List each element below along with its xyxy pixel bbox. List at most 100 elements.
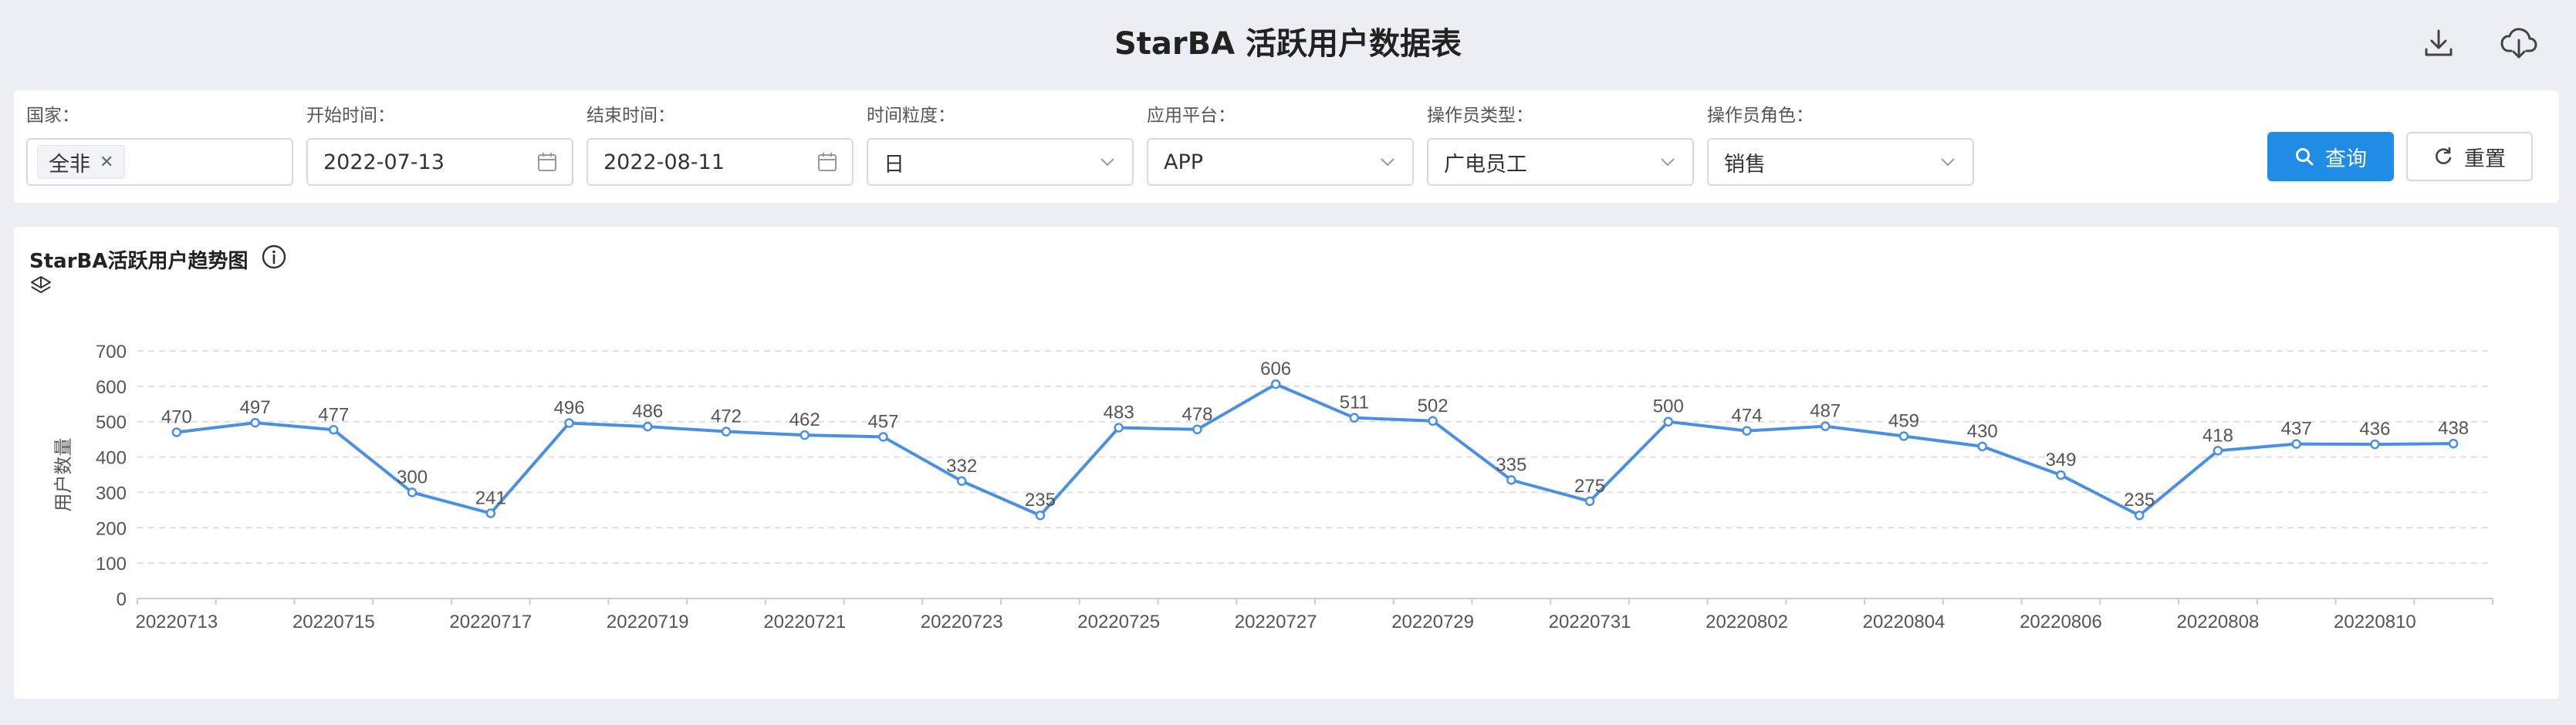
reset-button-label: 重置 bbox=[2464, 147, 2506, 171]
y-tick-label: 600 bbox=[96, 377, 127, 398]
x-tick-label: 20220723 bbox=[921, 612, 1003, 632]
calendar-icon bbox=[538, 153, 556, 171]
data-point bbox=[2213, 446, 2223, 456]
data-label: 478 bbox=[1182, 404, 1212, 425]
country-tag: 全非 ✕ bbox=[37, 145, 126, 179]
start-date-filter: 开始时间： 2022-07-13 bbox=[306, 104, 573, 186]
data-label: 462 bbox=[789, 410, 820, 430]
data-point bbox=[956, 476, 967, 487]
x-tick-label: 20220721 bbox=[763, 612, 846, 632]
operator-role-select[interactable]: 销售 bbox=[1707, 138, 1974, 186]
platform-label: 应用平台： bbox=[1147, 106, 1236, 126]
data-point bbox=[171, 427, 182, 437]
filter-panel: 国家： 全非 ✕ 开始时间： 2022-07-13 结束时间： 2022-08-… bbox=[14, 90, 2559, 203]
y-tick-label: 500 bbox=[96, 413, 127, 433]
download-icon[interactable] bbox=[2419, 23, 2459, 63]
query-button[interactable]: 查询 bbox=[2267, 132, 2394, 181]
country-tag-text: 全非 bbox=[49, 152, 90, 177]
chart-panel: StarBA活跃用户趋势图 0 100 200 300 400 500 600 700 2022… bbox=[14, 227, 2559, 699]
data-point bbox=[1820, 421, 1831, 431]
data-point bbox=[1349, 413, 1360, 423]
data-point bbox=[407, 487, 418, 497]
y-tick-label: 200 bbox=[96, 518, 127, 539]
operator-role-filter: 操作员角色： 销售 bbox=[1707, 104, 1974, 186]
data-point bbox=[643, 421, 653, 432]
data-label: 235 bbox=[2124, 490, 2155, 511]
data-label: 457 bbox=[867, 411, 898, 432]
data-point bbox=[485, 508, 496, 518]
reload-icon bbox=[2436, 147, 2452, 164]
x-tick-label: 20220802 bbox=[1706, 612, 1788, 632]
data-label: 241 bbox=[475, 487, 506, 508]
data-label: 477 bbox=[318, 404, 349, 425]
data-label: 606 bbox=[1260, 359, 1291, 379]
country-filter: 国家： 全非 ✕ bbox=[26, 104, 293, 186]
start-date-label: 开始时间： bbox=[306, 106, 395, 126]
calendar-icon bbox=[818, 153, 837, 171]
data-point bbox=[1742, 426, 1752, 436]
data-label: 418 bbox=[2202, 425, 2233, 446]
data-label: 511 bbox=[1340, 393, 1369, 413]
data-point bbox=[2134, 510, 2145, 521]
x-tick-label: 20220713 bbox=[135, 612, 218, 632]
platform-value: APP bbox=[1164, 150, 1204, 174]
data-label: 502 bbox=[1418, 396, 1449, 416]
country-select[interactable]: 全非 ✕ bbox=[26, 138, 293, 186]
x-tick-label: 20220727 bbox=[1235, 612, 1317, 632]
x-tick-label: 20220731 bbox=[1549, 612, 1631, 632]
x-tick-label: 20220719 bbox=[607, 612, 689, 632]
start-date-picker[interactable]: 2022-07-13 bbox=[306, 138, 573, 186]
chevron-down-icon bbox=[1100, 158, 1114, 167]
x-tick-label: 20220810 bbox=[2334, 612, 2416, 632]
data-point bbox=[1114, 423, 1124, 433]
data-label: 438 bbox=[2438, 418, 2469, 439]
data-label: 332 bbox=[946, 456, 977, 477]
reset-button[interactable]: 重置 bbox=[2406, 132, 2533, 181]
tag-close-icon[interactable]: ✕ bbox=[100, 153, 113, 172]
line-chart: 0 100 200 300 400 500 600 700 20220713 20220715 20… bbox=[52, 342, 2493, 632]
data-label: 275 bbox=[1574, 476, 1605, 497]
data-label: 486 bbox=[632, 401, 663, 422]
granularity-filter: 时间粒度： 日 bbox=[867, 104, 1134, 186]
data-label: 300 bbox=[397, 467, 428, 487]
data-point bbox=[1270, 379, 1281, 389]
data-label: 472 bbox=[711, 406, 742, 427]
chevron-down-icon bbox=[1661, 158, 1675, 167]
data-point bbox=[721, 427, 732, 437]
x-tick-label: 20220717 bbox=[449, 612, 532, 632]
end-date-picker[interactable]: 2022-08-11 bbox=[587, 138, 854, 186]
data-label: 235 bbox=[1025, 490, 1056, 511]
y-tick-label: 700 bbox=[96, 342, 127, 362]
x-tick-label: 20220715 bbox=[292, 612, 375, 632]
data-point bbox=[2370, 439, 2380, 450]
y-tick-label: 0 bbox=[117, 589, 127, 610]
country-label: 国家： bbox=[26, 106, 79, 126]
data-point bbox=[878, 432, 888, 442]
operator-type-select[interactable]: 广电员工 bbox=[1427, 138, 1694, 186]
cloud-download-icon[interactable] bbox=[2499, 23, 2539, 63]
x-tick-label: 20220804 bbox=[1863, 612, 1946, 632]
data-point bbox=[1428, 416, 1438, 427]
end-date-value: 2022-08-11 bbox=[603, 150, 725, 174]
data-label: 470 bbox=[161, 406, 192, 427]
start-date-value: 2022-07-13 bbox=[323, 150, 445, 174]
series-line bbox=[176, 383, 2454, 518]
y-tick-label: 400 bbox=[96, 448, 127, 469]
data-label: 437 bbox=[2281, 419, 2312, 440]
chevron-down-icon bbox=[1381, 158, 1394, 167]
y-tick-label: 300 bbox=[96, 483, 127, 504]
operator-type-value: 广电员工 bbox=[1444, 152, 1527, 177]
data-point bbox=[250, 417, 260, 428]
query-button-label: 查询 bbox=[2325, 147, 2367, 171]
chevron-down-icon bbox=[1941, 158, 1955, 167]
granularity-select[interactable]: 日 bbox=[867, 138, 1134, 186]
platform-select[interactable]: APP bbox=[1147, 138, 1414, 186]
data-point bbox=[2291, 439, 2301, 449]
x-tick-label: 20220729 bbox=[1391, 612, 1474, 632]
operator-role-value: 销售 bbox=[1724, 152, 1766, 177]
data-point bbox=[564, 418, 574, 428]
data-label: 335 bbox=[1496, 454, 1526, 475]
data-label: 500 bbox=[1653, 396, 1684, 417]
data-label: 349 bbox=[2045, 450, 2076, 470]
x-tick-label: 20220808 bbox=[2177, 612, 2260, 632]
